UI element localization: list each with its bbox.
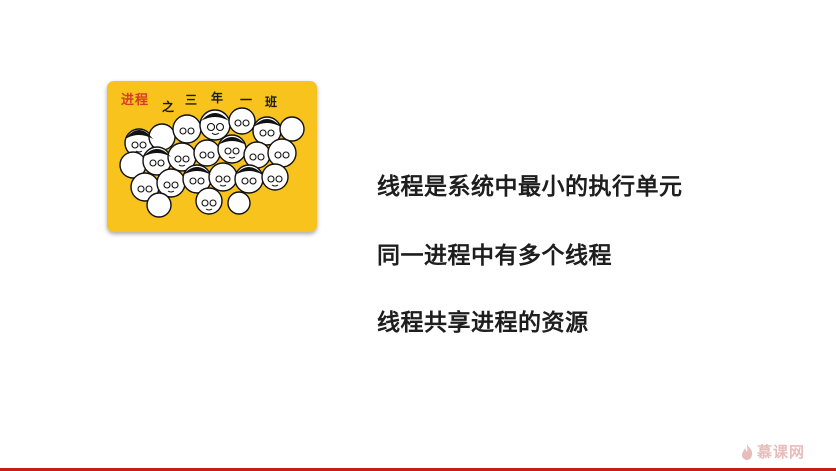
card-subtitle: 之 三 年 一 班 bbox=[107, 81, 317, 121]
bullet-item: 线程是系统中最小的执行单元 bbox=[377, 174, 683, 200]
card-subtitle-char: 之 bbox=[162, 100, 175, 114]
bullet-item: 线程共享进程的资源 bbox=[377, 310, 589, 336]
illustration-card: 进程 之 三 年 一 班 bbox=[107, 81, 317, 232]
card-subtitle-char: 一 bbox=[240, 93, 253, 107]
brand-logo: 慕课网 bbox=[740, 441, 805, 462]
card-subtitle-char: 班 bbox=[265, 95, 278, 109]
card-subtitle-char: 三 bbox=[185, 93, 198, 107]
brand-logo-text: 慕课网 bbox=[757, 443, 806, 461]
bullet-item: 同一进程中有多个线程 bbox=[377, 243, 612, 269]
card-subtitle-char: 年 bbox=[211, 91, 224, 105]
flame-icon bbox=[742, 443, 753, 460]
slide: 进程 之 三 年 一 班 线程是系统中最小的执行单元 同一进程中有多个线程 线程… bbox=[0, 0, 836, 471]
